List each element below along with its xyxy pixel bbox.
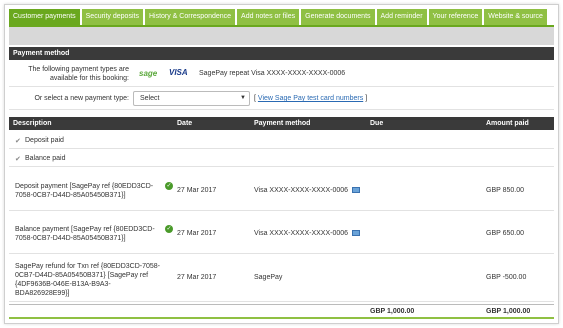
- table-row: Balance payment [SagePay ref {80EDD3CD-7…: [9, 211, 554, 254]
- tab-generate-documents[interactable]: Generate documents: [301, 9, 375, 25]
- link-bracket-close: ]: [365, 95, 368, 102]
- link-bracket-open: [: [254, 95, 256, 102]
- row-method-text: Visa XXXX-XXXX-XXXX-0006: [254, 187, 349, 194]
- sagepay-repeat-option[interactable]: SagePay repeat Visa XXXX-XXXX-XXXX-0006: [199, 70, 345, 77]
- row-method: Visa XXXX-XXXX-XXXX-0006: [254, 186, 361, 195]
- deposit-paid-row: ✔ Deposit paid: [9, 131, 554, 149]
- checkmark-icon: ✔: [15, 137, 21, 145]
- tab-bar: Customer payments Security deposits Hist…: [9, 9, 547, 25]
- row-method: SagePay: [254, 274, 283, 281]
- test-card-link-wrapper: [ View Sage Pay test card numbers ]: [254, 95, 367, 102]
- payment-type-select[interactable]: Select ▼: [133, 91, 250, 106]
- payments-table-header: Description Date Payment method Due Amou…: [9, 117, 554, 130]
- tab-customer-payments[interactable]: Customer payments: [9, 9, 80, 25]
- col-date: Date: [177, 120, 193, 127]
- totals-row: GBP 1,000.00 GBP 1,000.00: [9, 304, 554, 318]
- row-method-text: Visa XXXX-XXXX-XXXX-0006: [254, 230, 349, 237]
- total-due: GBP 1,000.00: [370, 308, 415, 315]
- tab-website-source[interactable]: Website & source: [484, 9, 547, 25]
- row-date: 27 Mar 2017: [177, 187, 217, 194]
- payment-method-heading: Payment method: [9, 47, 554, 60]
- col-description: Description: [13, 120, 52, 127]
- new-payment-type-row: Or select a new payment type: Select ▼ […: [9, 88, 554, 110]
- visa-logo: VISA: [169, 68, 188, 77]
- checkmark-icon: ✔: [15, 155, 21, 163]
- tab-history-correspondence[interactable]: History & Correspondence: [144, 9, 236, 25]
- deposit-paid-check: ✔ Deposit paid: [15, 136, 64, 145]
- col-amount-paid: Amount paid: [486, 120, 529, 127]
- success-icon: ✓: [165, 225, 173, 233]
- balance-paid-label: Balance paid: [25, 155, 66, 162]
- row-amount-paid: GBP -500.00: [486, 274, 527, 281]
- col-payment-method: Payment method: [254, 120, 311, 127]
- payment-type-select-value: Select: [140, 95, 160, 102]
- tab-security-deposits[interactable]: Security deposits: [81, 9, 143, 25]
- row-amount-paid: GBP 650.00: [486, 230, 525, 237]
- tab-your-reference[interactable]: Your reference: [428, 9, 483, 25]
- tab-add-notes-or-files[interactable]: Add notes or files: [237, 9, 300, 25]
- booking-panel: Customer payments Security deposits Hist…: [4, 4, 559, 324]
- row-description: SagePay refund for Txn ref {80EDD3CD-705…: [15, 263, 161, 297]
- table-row: Deposit payment [SagePay ref {80EDD3CD-7…: [9, 168, 554, 211]
- toolbar-band: [9, 27, 554, 45]
- test-card-numbers-link[interactable]: View Sage Pay test card numbers: [258, 95, 363, 102]
- balance-paid-row: ✔ Balance paid: [9, 149, 554, 167]
- success-icon: ✓: [165, 182, 173, 190]
- card-icon[interactable]: [352, 187, 361, 194]
- row-description: Balance payment [SagePay ref {80EDD3CD-7…: [15, 226, 155, 242]
- col-due: Due: [370, 120, 384, 127]
- payment-types-row: The following payment types are availabl…: [9, 61, 554, 87]
- table-row: SagePay refund for Txn ref {80EDD3CD-705…: [9, 254, 554, 302]
- balance-paid-check: ✔ Balance paid: [15, 154, 65, 163]
- deposit-paid-label: Deposit paid: [25, 137, 64, 144]
- tab-add-reminder[interactable]: Add reminder: [376, 9, 427, 25]
- chevron-down-icon: ▼: [240, 95, 246, 101]
- row-amount-paid: GBP 850.00: [486, 187, 525, 194]
- bottom-accent-bar: [9, 317, 554, 319]
- row-date: 27 Mar 2017: [177, 230, 217, 237]
- row-date: 27 Mar 2017: [177, 274, 217, 281]
- payment-types-label: The following payment types are availabl…: [28, 66, 129, 82]
- row-method: Visa XXXX-XXXX-XXXX-0006: [254, 229, 361, 238]
- row-description: Deposit payment [SagePay ref {80EDD3CD-7…: [15, 183, 154, 199]
- sage-logo: sage: [139, 69, 158, 78]
- card-icon[interactable]: [352, 230, 361, 237]
- total-paid: GBP 1,000.00: [486, 308, 531, 315]
- new-payment-type-label: Or select a new payment type:: [34, 95, 129, 102]
